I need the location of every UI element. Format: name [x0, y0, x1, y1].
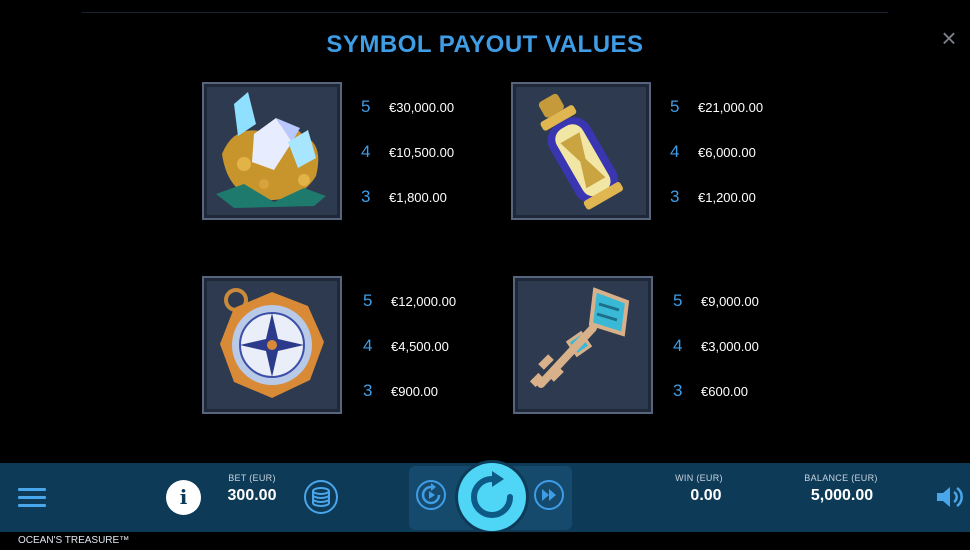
bet-label: BET (EUR) [228, 473, 276, 483]
symbol-key [513, 276, 653, 414]
turbo-icon[interactable] [534, 480, 564, 510]
close-icon[interactable]: × [935, 24, 963, 52]
game-title: OCEAN'S TREASURE™ [18, 535, 130, 546]
key-icon [529, 287, 630, 388]
compass-icon [220, 288, 324, 398]
balance-value: 5,000.00 [810, 487, 874, 504]
coin-stack-icon[interactable] [304, 480, 338, 514]
win-label: WIN (EUR) [675, 473, 723, 483]
page-title: SYMBOL PAYOUT VALUES [326, 31, 644, 58]
win-value: 0.00 [690, 487, 722, 504]
speaker-icon[interactable] [935, 484, 963, 510]
menu-icon[interactable] [18, 488, 46, 508]
bet-value: 300.00 [227, 487, 277, 504]
symbol-crystals-gold [202, 82, 342, 220]
symbol-compass [202, 276, 342, 414]
hourglass-bottle-icon [538, 93, 623, 210]
spin-button[interactable] [458, 463, 526, 531]
footer-strip [0, 532, 970, 550]
crystals-gold-icon [216, 92, 326, 208]
symbol-hourglass-bottle [511, 82, 651, 220]
balance-label: BALANCE (EUR) [804, 473, 878, 483]
info-button[interactable]: i [166, 480, 201, 515]
top-divider [82, 12, 888, 13]
autoplay-icon[interactable] [416, 480, 446, 510]
